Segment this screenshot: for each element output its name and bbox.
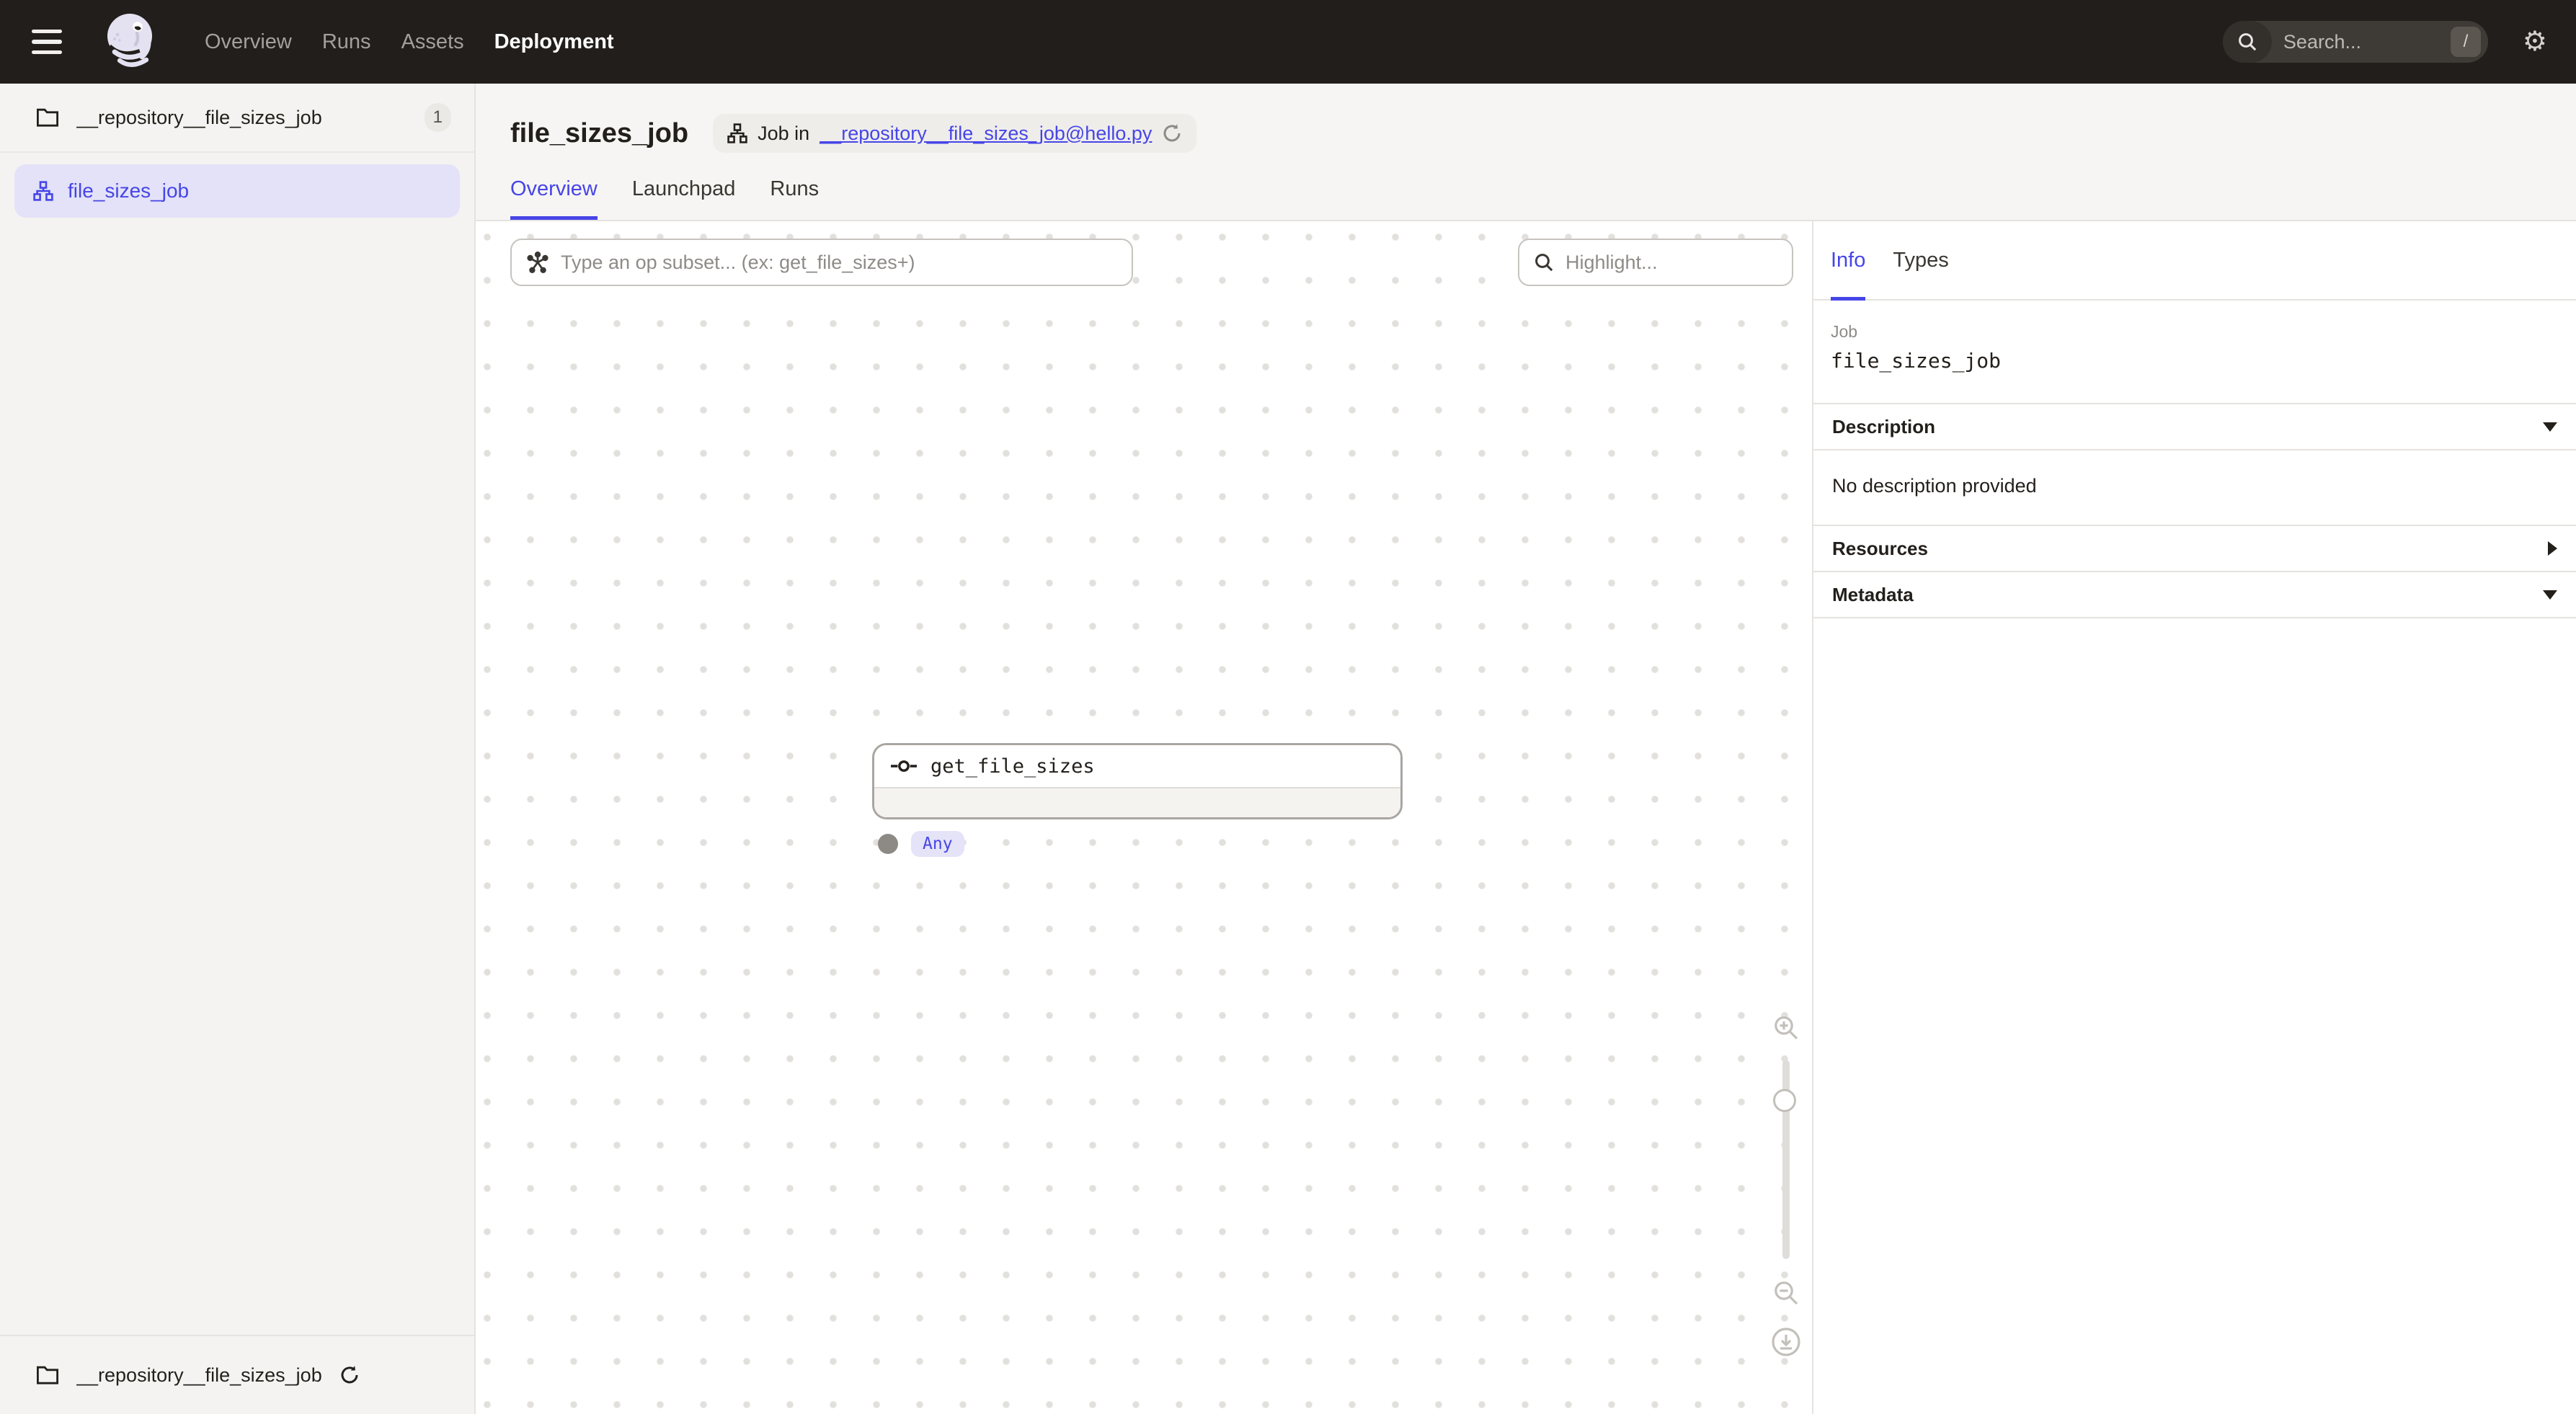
tab-launchpad[interactable]: Launchpad [632,177,736,220]
dagster-logo[interactable] [101,9,161,75]
chevron-down-icon [2543,590,2557,600]
section-description[interactable]: Description [1813,403,2576,449]
op-node-group: get_file_sizes Any [872,743,1403,857]
download-image-button[interactable] [1771,1327,1801,1357]
sidebar-footer-repository[interactable]: __repository__file_sizes_job [0,1335,474,1414]
section-label: Metadata [1832,584,1914,606]
dagster-app: Overview Runs Assets Deployment / ⚙ __re… [0,0,2576,1414]
zoom-slider[interactable] [1782,1060,1790,1259]
job-header: file_sizes_job Job in __repository__file… [476,84,2576,221]
zoom-out-button[interactable] [1772,1279,1800,1307]
nav-item-runs[interactable]: Runs [322,30,371,54]
job-icon [727,123,747,143]
section-label: Description [1832,416,1935,438]
output-type-badge[interactable]: Any [911,831,964,857]
job-label: Job [1831,322,2559,342]
op-output: Any [878,831,1403,857]
job-info-block: Job file_sizes_job [1813,301,2576,403]
zoom-in-button[interactable] [1772,1014,1800,1041]
section-divider [1813,617,2576,618]
info-panel-tabs: Info Types [1813,221,2576,301]
gear-icon[interactable]: ⚙ [2523,28,2547,55]
job-tabs: Overview Launchpad Runs [510,177,2576,220]
tab-info[interactable]: Info [1831,221,1865,299]
nav-item-overview[interactable]: Overview [205,30,292,54]
job-count-badge: 1 [425,103,451,132]
global-search[interactable]: / [2223,21,2488,63]
folder-icon [36,107,59,128]
tab-types[interactable]: Types [1893,221,1948,299]
section-label: Resources [1832,538,1928,560]
tab-runs[interactable]: Runs [770,177,819,220]
sidebar-repository-row[interactable]: __repository__file_sizes_job 1 [0,84,474,153]
op-subset-input[interactable] [561,252,1117,274]
folder-icon [36,1365,59,1385]
job-name-value: file_sizes_job [1831,349,2559,373]
highlight-filter[interactable] [1518,239,1793,286]
tab-overview[interactable]: Overview [510,177,598,220]
nav-item-assets[interactable]: Assets [401,30,464,54]
zoom-controls [1766,1014,1806,1357]
sidebar: __repository__file_sizes_job 1 file_size… [0,84,476,1414]
output-handle-icon[interactable] [878,834,898,854]
op-icon [890,757,918,775]
hamburger-menu-icon[interactable] [32,23,69,61]
reload-icon[interactable] [1162,123,1182,143]
op-selector-icon [526,251,549,274]
op-subset-filter[interactable] [510,239,1133,286]
reload-icon[interactable] [339,1365,360,1385]
chevron-down-icon [2543,422,2557,432]
op-node-get-file-sizes[interactable]: get_file_sizes [872,743,1403,819]
sidebar-item-label: file_sizes_job [68,179,189,203]
description-content: No description provided [1813,449,2576,525]
op-node-body [874,788,1400,817]
search-shortcut-key: / [2451,27,2481,57]
page-title: file_sizes_job [510,118,688,149]
zoom-slider-handle[interactable] [1773,1089,1796,1112]
search-input[interactable] [2272,31,2451,53]
job-context-tag: Job in __repository__file_sizes_job@hell… [713,114,1196,153]
op-node-label: get_file_sizes [931,755,1095,778]
footer-repository-name: __repository__file_sizes_job [76,1364,322,1387]
job-context-prefix: Job in [758,123,809,145]
nav-item-deployment[interactable]: Deployment [494,30,614,54]
repository-name: __repository__file_sizes_job [76,107,407,129]
highlight-input[interactable] [1565,252,1777,274]
info-panel: Info Types Job file_sizes_job Descriptio… [1812,221,2576,1414]
chevron-right-icon [2548,541,2557,556]
job-icon [33,181,53,201]
repository-link[interactable]: __repository__file_sizes_job@hello.py [820,123,1152,145]
search-icon [1534,252,1554,272]
section-resources[interactable]: Resources [1813,525,2576,571]
primary-nav: Overview Runs Assets Deployment [205,30,614,54]
op-graph-canvas[interactable]: get_file_sizes Any [476,221,1812,1414]
search-icon [2223,21,2272,63]
top-nav: Overview Runs Assets Deployment / ⚙ [0,0,2576,84]
sidebar-item-file-sizes-job[interactable]: file_sizes_job [14,164,460,218]
section-metadata[interactable]: Metadata [1813,571,2576,617]
